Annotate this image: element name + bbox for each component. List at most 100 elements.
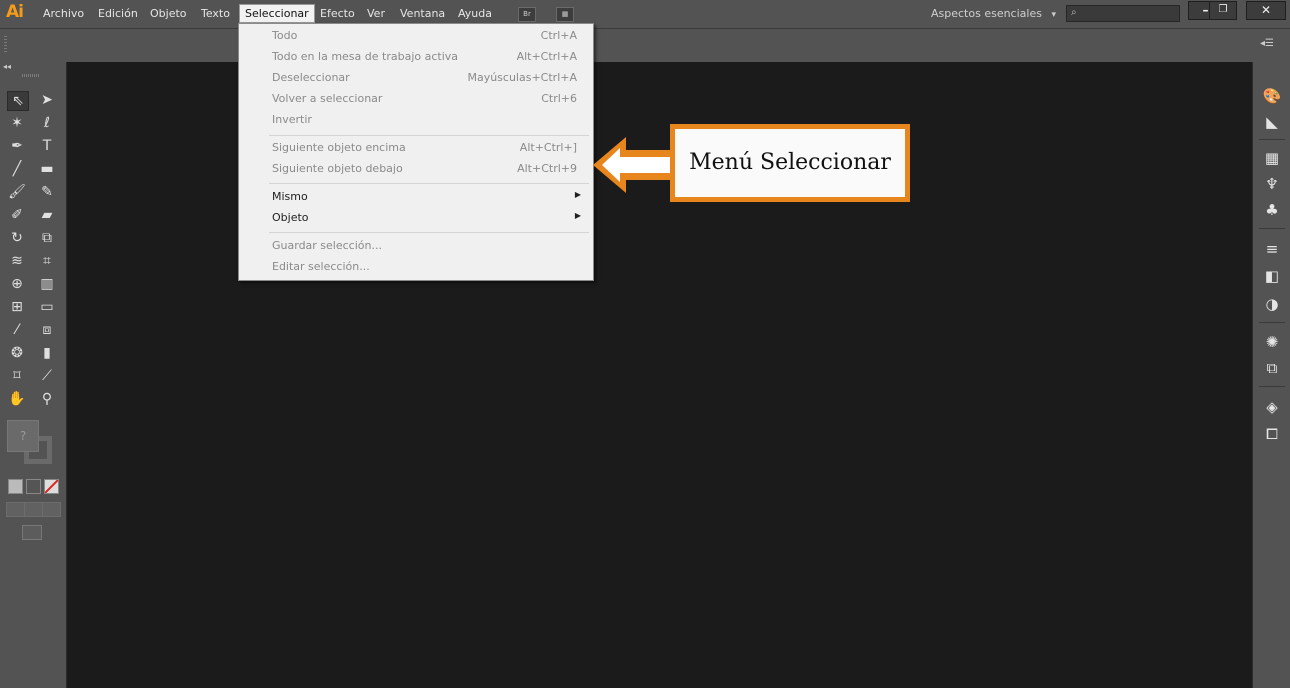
- symbols-icon[interactable]: ♣: [1262, 200, 1282, 220]
- eyedropper-icon[interactable]: ⁄: [7, 321, 27, 339]
- column-graph-icon[interactable]: ▮: [37, 344, 57, 362]
- pencil-icon[interactable]: ✎: [37, 183, 57, 201]
- menu-option-todo-mesa[interactable]: Todo en la mesa de trabajo activa Alt+Ct…: [272, 48, 577, 66]
- line-icon[interactable]: ╱: [7, 160, 27, 178]
- color-guide-icon[interactable]: ◣: [1262, 112, 1282, 132]
- search-input[interactable]: ⌕: [1066, 5, 1180, 22]
- menu-option-siguiente-encima[interactable]: Siguiente objeto encima Alt+Ctrl+]: [272, 139, 577, 157]
- menu-option-shortcut: Alt+Ctrl+9: [517, 162, 577, 175]
- blend-icon[interactable]: ⧈: [37, 321, 57, 339]
- menu-option-label: Deseleccionar: [272, 71, 350, 84]
- menu-option-siguiente-debajo[interactable]: Siguiente objeto debajo Alt+Ctrl+9: [272, 160, 577, 178]
- bridge-icon[interactable]: Br: [518, 7, 536, 22]
- pen-icon[interactable]: ✒: [7, 137, 27, 155]
- menu-objeto[interactable]: Objeto: [150, 7, 187, 20]
- panel-menu-icon[interactable]: ◂☰: [1260, 38, 1274, 49]
- none-mode-button[interactable]: [44, 479, 59, 494]
- collapse-icon[interactable]: ◂◂: [3, 62, 11, 71]
- grip-icon[interactable]: [22, 74, 40, 77]
- slice-icon[interactable]: ⟋: [37, 367, 57, 385]
- color-icon[interactable]: 🎨: [1262, 86, 1282, 106]
- submenu-arrow-icon: ▶: [574, 190, 581, 199]
- callout-label: Menú Seleccionar: [689, 150, 891, 175]
- direct-selection-icon[interactable]: ➤: [37, 91, 57, 109]
- menu-ayuda[interactable]: Ayuda: [458, 7, 492, 20]
- menu-option-shortcut: Ctrl+6: [541, 92, 577, 105]
- menu-edicion[interactable]: Edición: [98, 7, 138, 20]
- gradient-mode-button[interactable]: [26, 479, 41, 494]
- lasso-icon[interactable]: ℓ: [37, 114, 57, 132]
- restore-button[interactable]: ❐: [1209, 1, 1237, 20]
- menu-option-label: Invertir: [272, 113, 312, 126]
- brushes-icon[interactable]: ♆: [1262, 174, 1282, 194]
- menu-option-label: Mismo: [272, 190, 308, 203]
- zoom-icon[interactable]: ⚲: [37, 390, 57, 408]
- perspective-grid-icon[interactable]: ▥: [37, 275, 57, 293]
- menu-option-volver-seleccionar[interactable]: Volver a seleccionar Ctrl+6: [272, 90, 577, 108]
- menu-archivo[interactable]: Archivo: [43, 7, 84, 20]
- rectangle-icon[interactable]: ▬: [37, 160, 57, 178]
- arrange-documents-icon[interactable]: ▦: [556, 7, 574, 22]
- chevron-down-icon: ▾: [1051, 10, 1056, 20]
- draw-behind-button[interactable]: [24, 502, 43, 517]
- menu-separator: [269, 183, 589, 184]
- hand-icon[interactable]: ✋: [7, 390, 27, 408]
- transparency-icon[interactable]: ◑: [1262, 294, 1282, 314]
- panel-separator: [1259, 322, 1285, 323]
- menu-option-editar-seleccion[interactable]: Editar selección...: [272, 258, 577, 276]
- menu-option-guardar-seleccion[interactable]: Guardar selección...: [272, 237, 577, 255]
- menu-option-deseleccionar[interactable]: Deseleccionar Mayúsculas+Ctrl+A: [272, 69, 577, 87]
- workspace-label: Aspectos esenciales: [931, 7, 1042, 20]
- magic-wand-icon[interactable]: ✶: [7, 114, 27, 132]
- artboard-icon[interactable]: ⌑: [7, 367, 27, 385]
- callout-arrow-icon: [593, 137, 672, 193]
- menu-option-mismo[interactable]: Mismo ▶: [272, 188, 581, 206]
- free-transform-icon[interactable]: ⌗: [37, 252, 57, 270]
- menu-option-label: Editar selección...: [272, 260, 370, 273]
- mesh-icon[interactable]: ⊞: [7, 298, 27, 316]
- menu-option-label: Volver a seleccionar: [272, 92, 383, 105]
- stroke-icon[interactable]: ≡: [1262, 239, 1282, 259]
- gradient-icon[interactable]: ▭: [37, 298, 57, 316]
- shape-builder-icon[interactable]: ⊕: [7, 275, 27, 293]
- workspace-switcher[interactable]: Aspectos esenciales ▾: [931, 7, 1056, 20]
- menu-seleccionar[interactable]: Seleccionar: [239, 4, 315, 23]
- grip-icon[interactable]: [4, 36, 7, 54]
- paintbrush-icon[interactable]: 🖌: [7, 183, 27, 201]
- menu-separator: [269, 232, 589, 233]
- menu-option-objeto[interactable]: Objeto ▶: [272, 209, 581, 227]
- rotate-icon[interactable]: ↻: [7, 229, 27, 247]
- screen-mode-button[interactable]: [22, 525, 42, 540]
- menu-option-label: Todo en la mesa de trabajo activa: [272, 50, 459, 63]
- eraser-icon[interactable]: ▰: [37, 206, 57, 224]
- layers-icon[interactable]: ◈: [1262, 397, 1282, 417]
- fill-swatch[interactable]: ?: [7, 420, 39, 452]
- menu-bar: Ai Archivo Edición Objeto Texto Seleccio…: [0, 0, 1290, 29]
- menu-option-todo[interactable]: Todo Ctrl+A: [272, 27, 577, 45]
- swatches-icon[interactable]: ▦: [1262, 148, 1282, 168]
- artboards-icon[interactable]: ⧠: [1262, 424, 1282, 444]
- panel-separator: [1259, 139, 1285, 140]
- menu-option-invertir[interactable]: Invertir: [272, 111, 577, 129]
- scale-icon[interactable]: ⧉: [37, 229, 57, 247]
- menu-texto[interactable]: Texto: [201, 7, 230, 20]
- gradient-panel-icon[interactable]: ◧: [1262, 266, 1282, 286]
- blob-brush-icon[interactable]: ✐: [7, 206, 27, 224]
- menu-ver[interactable]: Ver: [367, 7, 385, 20]
- close-button[interactable]: ✕: [1246, 1, 1286, 20]
- width-icon[interactable]: ≋: [7, 252, 27, 270]
- submenu-arrow-icon: ▶: [574, 211, 581, 220]
- color-mode-button[interactable]: [8, 479, 23, 494]
- select-menu-dropdown: Todo Ctrl+A Todo en la mesa de trabajo a…: [238, 23, 594, 281]
- appearance-icon[interactable]: ✺: [1262, 332, 1282, 352]
- selection-arrow-icon[interactable]: ⇖: [7, 91, 29, 111]
- symbol-sprayer-icon[interactable]: ❂: [7, 344, 27, 362]
- app-logo: Ai: [6, 2, 24, 22]
- type-icon[interactable]: T: [37, 137, 57, 155]
- graphic-styles-icon[interactable]: ⧉: [1262, 358, 1282, 378]
- draw-inside-button[interactable]: [42, 502, 61, 517]
- menu-efecto[interactable]: Efecto: [320, 7, 355, 20]
- draw-normal-button[interactable]: [6, 502, 25, 517]
- menu-separator: [269, 135, 589, 136]
- menu-ventana[interactable]: Ventana: [400, 7, 445, 20]
